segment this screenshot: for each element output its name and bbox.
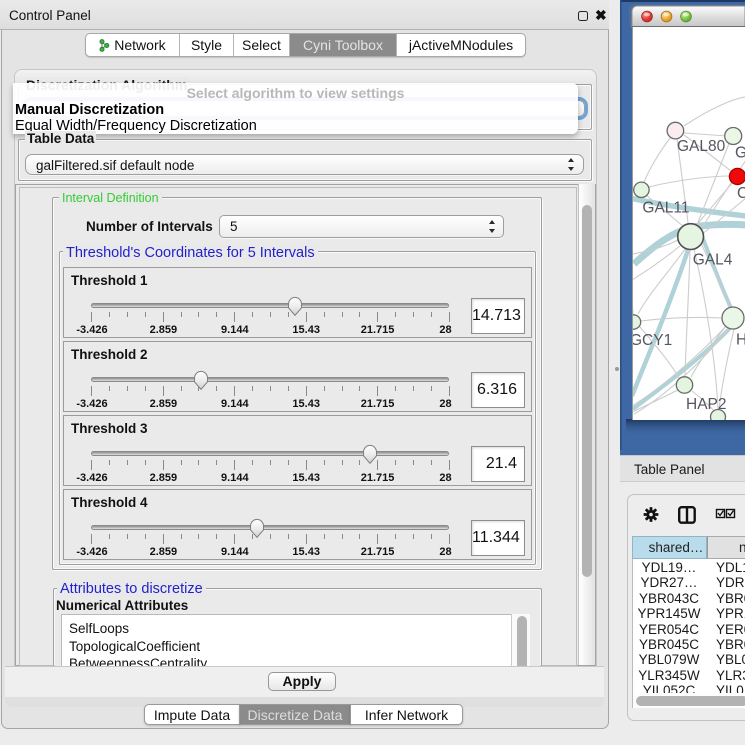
svg-text:GAL11: GAL11 bbox=[642, 200, 689, 217]
svg-text:GA: GA bbox=[735, 145, 745, 162]
svg-text:H: H bbox=[736, 332, 745, 349]
svg-text:C: C bbox=[737, 185, 745, 202]
svg-text:GAL80: GAL80 bbox=[677, 138, 726, 155]
svg-text:GCY1: GCY1 bbox=[630, 332, 672, 349]
svg-text:GAL4: GAL4 bbox=[693, 252, 733, 269]
svg-text:HAP2: HAP2 bbox=[686, 396, 727, 413]
